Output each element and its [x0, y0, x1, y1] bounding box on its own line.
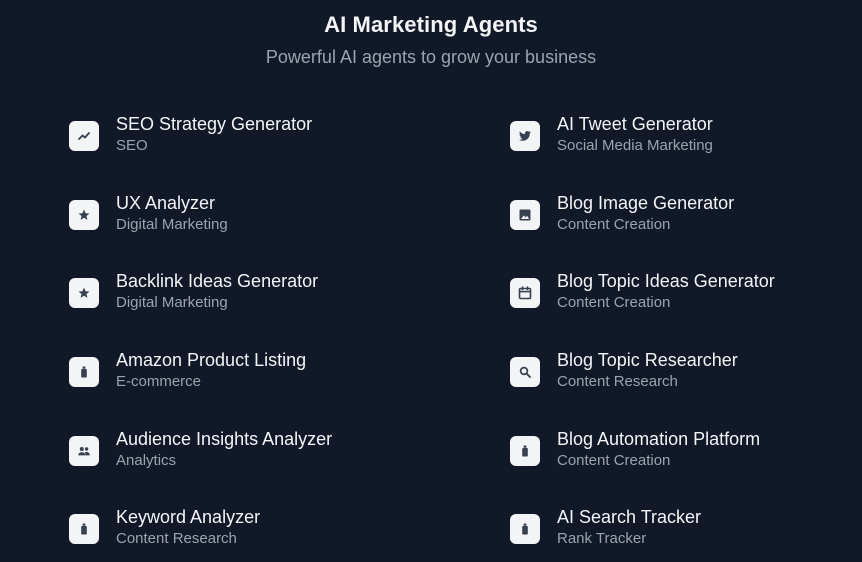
- agent-name: UX Analyzer: [116, 193, 216, 213]
- agent-name: Amazon Product Listing: [116, 350, 307, 370]
- agent-category: Content Creation: [557, 452, 671, 469]
- agent-name: Audience Insights Analyzer: [116, 429, 333, 449]
- agent-card-seo-strategy-generator[interactable]: SEO Strategy Generator SEO: [69, 114, 399, 169]
- agent-name: Backlink Ideas Generator: [116, 271, 319, 291]
- agent-name: Blog Topic Ideas Generator: [557, 271, 775, 291]
- agent-card-blog-image-generator[interactable]: Blog Image Generator Content Creation: [510, 193, 840, 248]
- agent-category: E-commerce: [116, 373, 202, 390]
- bottle-icon: [69, 514, 99, 544]
- agent-card-ux-analyzer[interactable]: UX Analyzer Digital Marketing: [69, 193, 399, 248]
- calendar-icon: [510, 278, 540, 308]
- image-icon: [510, 200, 540, 230]
- agent-category: Content Creation: [557, 294, 671, 311]
- agent-category: Content Research: [116, 530, 237, 547]
- agent-card-backlink-ideas-generator[interactable]: Backlink Ideas Generator Digital Marketi…: [69, 271, 399, 326]
- star-icon: [69, 200, 99, 230]
- page-subtitle: Powerful AI agents to grow your business: [265, 47, 597, 67]
- agent-name: Blog Automation Platform: [557, 429, 761, 449]
- agent-name: SEO Strategy Generator: [116, 114, 313, 134]
- agent-category: SEO: [116, 137, 148, 154]
- agent-card-audience-insights-analyzer[interactable]: Audience Insights Analyzer Analytics: [69, 429, 399, 484]
- agent-name: Blog Topic Researcher: [557, 350, 738, 370]
- page-title: AI Marketing Agents: [324, 12, 538, 37]
- agent-category: Digital Marketing: [116, 294, 228, 311]
- agent-category: Analytics: [116, 452, 177, 469]
- bottle-icon: [69, 357, 99, 387]
- agent-name: Blog Image Generator: [557, 193, 735, 213]
- search-icon: [510, 357, 540, 387]
- agent-card-blog-topic-ideas-generator[interactable]: Blog Topic Ideas Generator Content Creat…: [510, 271, 840, 326]
- star-icon: [69, 278, 99, 308]
- people-icon: [69, 436, 99, 466]
- agent-category: Content Research: [557, 373, 678, 390]
- bottle-icon: [510, 436, 540, 466]
- agent-card-blog-automation-platform[interactable]: Blog Automation Platform Content Creatio…: [510, 429, 840, 484]
- agent-name: AI Tweet Generator: [557, 114, 713, 134]
- agent-category: Social Media Marketing: [557, 137, 713, 154]
- agent-card-ai-tweet-generator[interactable]: AI Tweet Generator Social Media Marketin…: [510, 114, 840, 169]
- agent-name: Keyword Analyzer: [116, 507, 261, 527]
- agent-category: Digital Marketing: [116, 216, 228, 233]
- twitter-icon: [510, 121, 540, 151]
- agent-card-amazon-product-listing[interactable]: Amazon Product Listing E-commerce: [69, 350, 399, 405]
- agent-card-ai-search-tracker[interactable]: AI Search Tracker Rank Tracker: [510, 507, 840, 562]
- agent-category: Rank Tracker: [557, 530, 647, 547]
- bottle-icon: [510, 514, 540, 544]
- agent-name: AI Search Tracker: [557, 507, 702, 527]
- agent-category: Content Creation: [557, 216, 671, 233]
- agent-card-blog-topic-researcher[interactable]: Blog Topic Researcher Content Research: [510, 350, 840, 405]
- agent-card-keyword-analyzer[interactable]: Keyword Analyzer Content Research: [69, 507, 399, 562]
- trending-up-icon: [69, 121, 99, 151]
